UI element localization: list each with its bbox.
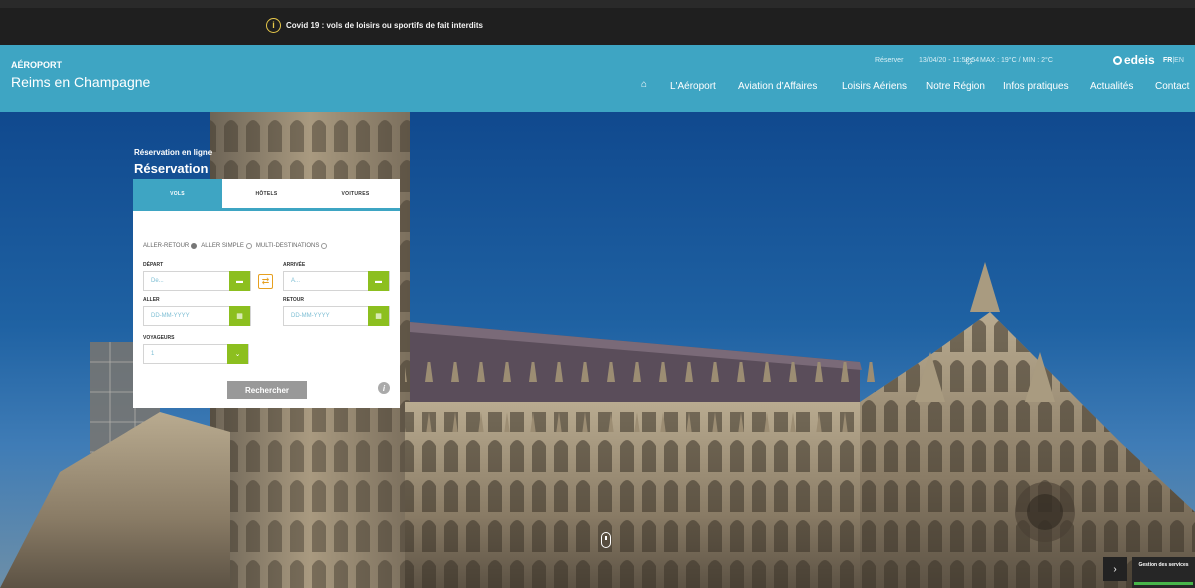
edeis-logo[interactable]: edeis [1113,53,1155,67]
brand-subtitle[interactable]: Reims en Champagne [11,74,150,90]
booking-tabs: VOLS HÔTELS VOITURES [133,179,400,211]
swap-icon[interactable]: ⇄ [258,274,273,289]
sun-icon: ☼ [963,52,975,67]
departure-field[interactable]: De... ▬ [143,271,251,291]
departure-list-icon[interactable]: ▬ [229,271,250,291]
tab-voitures[interactable]: VOITURES [311,179,400,208]
calendar-icon[interactable]: ▦ [368,306,389,326]
outbound-label: ALLER [143,297,160,303]
arrival-field[interactable]: A... ▬ [283,271,390,291]
outbound-date-field[interactable]: DD-MM-YYYY ▦ [143,306,251,326]
nav-aeroport[interactable]: L'Aéroport [670,81,716,92]
services-bar [1134,582,1193,585]
nav-contact[interactable]: Contact [1155,81,1189,92]
radio-icon [321,243,328,249]
nav-notre-region[interactable]: Notre Région [926,81,985,92]
return-date-field[interactable]: DD-MM-YYYY ▦ [283,306,390,326]
calendar-icon[interactable]: ▦ [229,306,250,326]
radio-aller-retour[interactable]: ALLER-RETOUR [143,243,198,249]
home-icon[interactable]: ⌂ [641,79,647,90]
chevron-right-icon[interactable]: › [1103,557,1127,581]
brand-title[interactable]: AÉROPORT [11,60,62,70]
chevron-down-icon[interactable]: ⌄ [227,344,248,364]
nav-aviation-affaires[interactable]: Aviation d'Affaires [738,81,817,92]
radio-icon [245,243,252,249]
arrival-label: ARRIVÉE [283,262,306,268]
nav-actualites[interactable]: Actualités [1090,81,1133,92]
trip-type-group: ALLER-RETOUR ALLER SIMPLE MULTI-DESTINAT… [143,243,328,249]
services-panel-button[interactable]: Gestion des services [1132,557,1195,588]
radio-multi-destinations[interactable]: MULTI-DESTINATIONS [256,243,328,249]
scroll-down-icon[interactable] [601,532,611,548]
return-label: RETOUR [283,297,305,303]
lang-fr[interactable]: FR [1163,57,1172,64]
online-booking-label: Réservation en ligne [134,148,213,157]
travelers-select[interactable]: 1 ⌄ [143,344,249,364]
covid-alert-bar: i Covid 19 : vols de loisirs ou sportifs… [0,8,1195,45]
radio-aller-simple[interactable]: ALLER SIMPLE [201,243,252,249]
site-header: AÉROPORT Reims en Champagne Réserver 13/… [0,45,1195,112]
weather-text: MAX : 19°C / MIN : 2°C [980,57,1053,64]
info-icon: i [266,18,281,33]
covid-alert-text[interactable]: Covid 19 : vols de loisirs ou sportifs d… [286,21,483,30]
help-icon[interactable]: i [378,382,390,394]
language-switcher: FR|EN [1163,57,1184,64]
reserver-link[interactable]: Réserver [875,57,903,64]
nav-loisirs-aeriens[interactable]: Loisirs Aériens [842,81,907,92]
radio-selected-icon [191,243,198,249]
services-label: Gestion des services [1138,562,1189,568]
tab-vols[interactable]: VOLS [133,179,222,208]
arrival-list-icon[interactable]: ▬ [368,271,389,291]
travelers-label: VOYAGEURS [143,335,175,341]
lang-en[interactable]: EN [1174,57,1184,64]
booking-panel: VOLS HÔTELS VOITURES ALLER-RETOUR ALLER … [133,179,400,408]
departure-label: DÉPART [143,262,164,268]
search-button[interactable]: Rechercher [227,381,307,399]
booking-title: Réservation [134,161,209,176]
tab-hotels[interactable]: HÔTELS [222,179,311,208]
nav-infos-pratiques[interactable]: Infos pratiques [1003,81,1069,92]
